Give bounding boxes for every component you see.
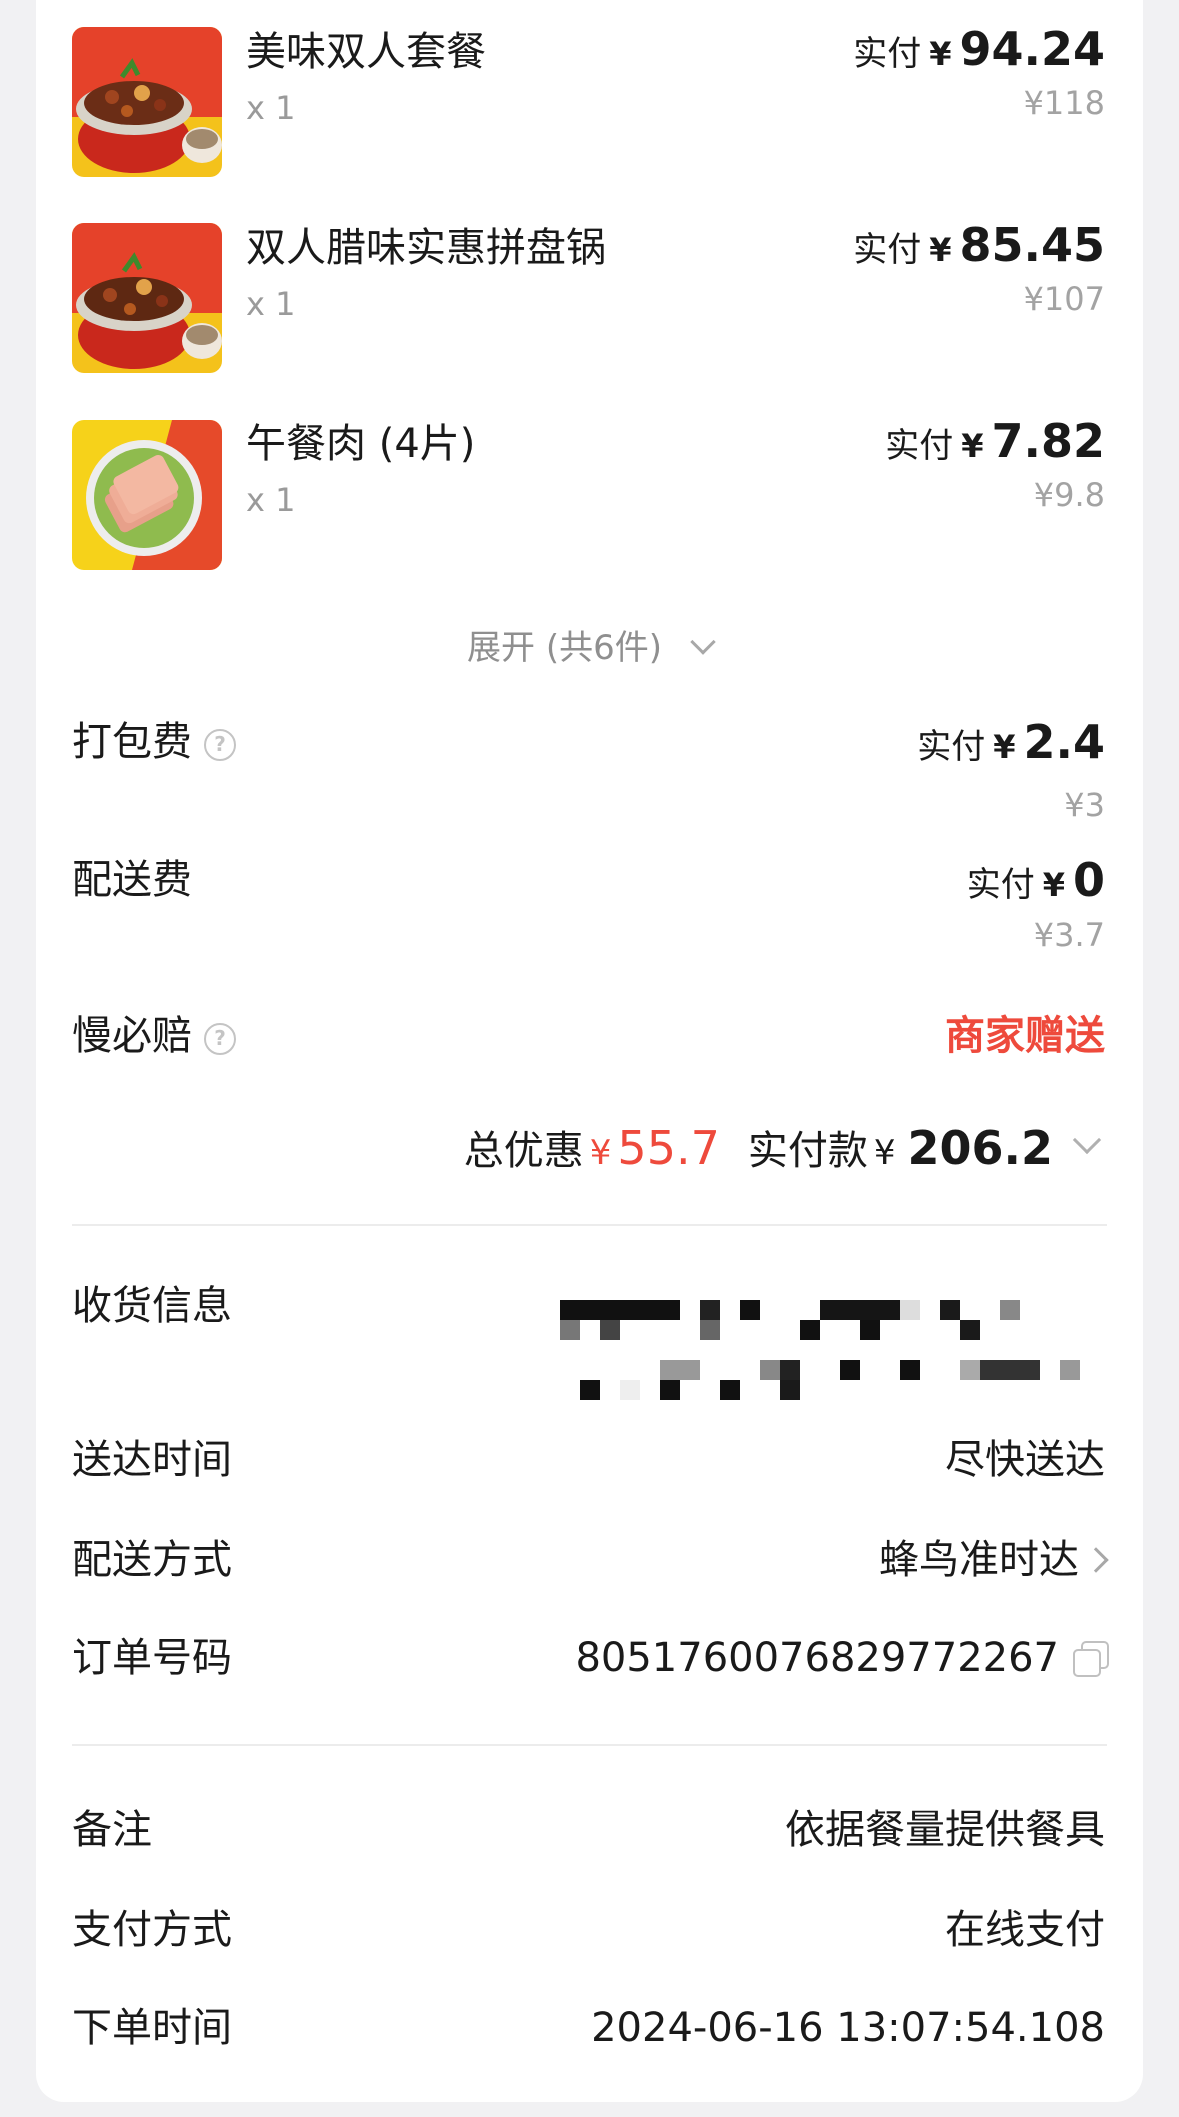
total-discount-label: 总优惠 xyxy=(463,1128,584,1174)
payment-method-label: 支付方式 xyxy=(72,1907,232,1953)
currency-symbol: ¥ xyxy=(993,728,1016,766)
paid-label: 实付 xyxy=(885,426,954,466)
note-value: 依据餐量提供餐具 xyxy=(785,1807,1105,1853)
currency-symbol: ¥ xyxy=(589,1133,612,1173)
item-name[interactable]: 美味双人套餐 xyxy=(246,28,486,76)
copy-icon[interactable] xyxy=(1073,1641,1109,1677)
currency-symbol: ¥ xyxy=(1042,866,1065,904)
slow-compensation-text: 慢必赔 xyxy=(72,1013,192,1059)
item-image-2[interactable] xyxy=(72,223,222,373)
item-image-1[interactable] xyxy=(72,27,222,177)
payment-method-value: 在线支付 xyxy=(945,1907,1105,1953)
item-original-price: ¥118 xyxy=(1023,84,1105,122)
item-original-price: ¥107 xyxy=(1023,280,1105,318)
chevron-down-icon xyxy=(690,629,716,655)
help-icon[interactable]: ? xyxy=(204,729,236,761)
packing-fee-amount: 2.4 xyxy=(1023,715,1106,769)
item-paid-amount: 94.24 xyxy=(959,22,1105,76)
currency-symbol: ¥ xyxy=(873,1133,896,1173)
delivery-fee-original: ¥3.7 xyxy=(1033,916,1105,954)
item-quantity: x 1 xyxy=(246,89,296,127)
item-name[interactable]: 午餐肉 (4片) xyxy=(246,420,475,468)
item-image-3[interactable] xyxy=(72,420,222,570)
total-paid-amount: 206.2 xyxy=(907,1121,1053,1175)
order-summary[interactable]: 总优惠 ¥ 55.7 实付款 ¥ 206.2 xyxy=(464,1118,1105,1176)
item-paid-amount: 85.45 xyxy=(959,218,1105,272)
chevron-down-icon xyxy=(1072,1125,1102,1155)
order-time-value: 2024-06-16 13:07:54.108 xyxy=(591,2005,1105,2051)
packing-fee-text: 打包费 xyxy=(72,719,192,765)
delivery-method-link[interactable]: 蜂鸟准时达 xyxy=(879,1536,1117,1584)
item-paid-line: 实付 ¥ 94.24 xyxy=(853,22,1105,76)
total-discount-amount: 55.7 xyxy=(617,1121,720,1175)
expand-items-button[interactable]: 展开 (共6件) xyxy=(0,620,1179,669)
order-number-value: 8051760076829772267 xyxy=(575,1635,1059,1681)
delivery-fee-amount: 0 xyxy=(1072,853,1105,907)
order-number-label: 订单号码 xyxy=(72,1635,232,1681)
slow-compensation-value: 商家赠送 xyxy=(945,1013,1105,1059)
delivery-method-value: 蜂鸟准时达 xyxy=(879,1537,1079,1583)
total-paid-label: 实付款 xyxy=(747,1128,868,1174)
delivery-method-label: 配送方式 xyxy=(72,1537,232,1583)
item-name[interactable]: 双人腊味实惠拼盘锅 xyxy=(246,224,606,272)
note-label: 备注 xyxy=(72,1807,152,1853)
divider xyxy=(72,1224,1107,1226)
slow-compensation-label: 慢必赔? xyxy=(72,1012,236,1060)
help-icon[interactable]: ? xyxy=(204,1023,236,1055)
currency-symbol: ¥ xyxy=(929,35,952,73)
delivery-time-label: 送达时间 xyxy=(72,1437,232,1483)
paid-label: 实付 xyxy=(853,230,922,270)
paid-label: 实付 xyxy=(917,727,986,767)
item-paid-line: 实付 ¥ 7.82 xyxy=(885,414,1105,468)
item-original-price: ¥9.8 xyxy=(1033,476,1105,514)
currency-symbol: ¥ xyxy=(961,427,984,465)
packing-fee-label: 打包费? xyxy=(72,718,236,766)
currency-symbol: ¥ xyxy=(929,231,952,269)
item-paid-amount: 7.82 xyxy=(991,414,1106,468)
delivery-fee-label: 配送费 xyxy=(72,857,192,903)
delivery-fee-paid-line: 实付 ¥ 0 xyxy=(967,853,1105,907)
divider xyxy=(72,1744,1107,1746)
item-quantity: x 1 xyxy=(246,481,296,519)
order-number-row: 8051760076829772267 xyxy=(575,1634,1109,1682)
expand-label: 展开 (共6件) xyxy=(467,628,662,668)
redacted-address-mosaic xyxy=(560,1290,1160,1400)
item-quantity: x 1 xyxy=(246,285,296,323)
item-paid-line: 实付 ¥ 85.45 xyxy=(853,218,1105,272)
packing-fee-paid-line: 实付 ¥ 2.4 xyxy=(917,715,1105,769)
paid-label: 实付 xyxy=(966,865,1035,905)
order-time-label: 下单时间 xyxy=(72,2005,232,2051)
chevron-right-icon xyxy=(1083,1547,1109,1573)
packing-fee-original: ¥3 xyxy=(1064,786,1105,824)
receiver-info-label: 收货信息 xyxy=(72,1283,232,1329)
delivery-time-value: 尽快送达 xyxy=(945,1437,1105,1483)
paid-label: 实付 xyxy=(853,34,922,74)
